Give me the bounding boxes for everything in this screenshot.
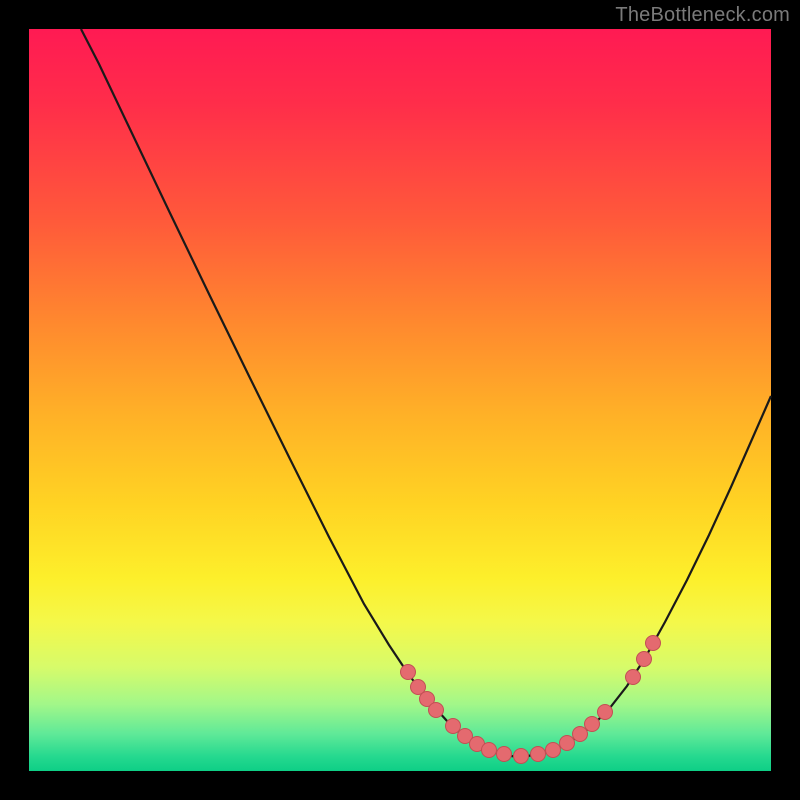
data-dot [626, 670, 641, 685]
data-dots [401, 636, 661, 764]
data-dot [429, 703, 444, 718]
data-dot [514, 749, 529, 764]
data-dot [546, 743, 561, 758]
frame: TheBottleneck.com [0, 0, 800, 800]
chart-svg [29, 29, 771, 771]
data-dot [573, 727, 588, 742]
data-dot [401, 665, 416, 680]
data-dot [531, 747, 546, 762]
data-dot [585, 717, 600, 732]
data-dot [637, 652, 652, 667]
bottleneck-curve [81, 29, 771, 757]
data-dot [560, 736, 575, 751]
data-dot [646, 636, 661, 651]
plot-area [29, 29, 771, 771]
watermark-text: TheBottleneck.com [615, 4, 790, 27]
data-dot [598, 705, 613, 720]
data-dot [446, 719, 461, 734]
data-dot [497, 747, 512, 762]
data-dot [482, 743, 497, 758]
